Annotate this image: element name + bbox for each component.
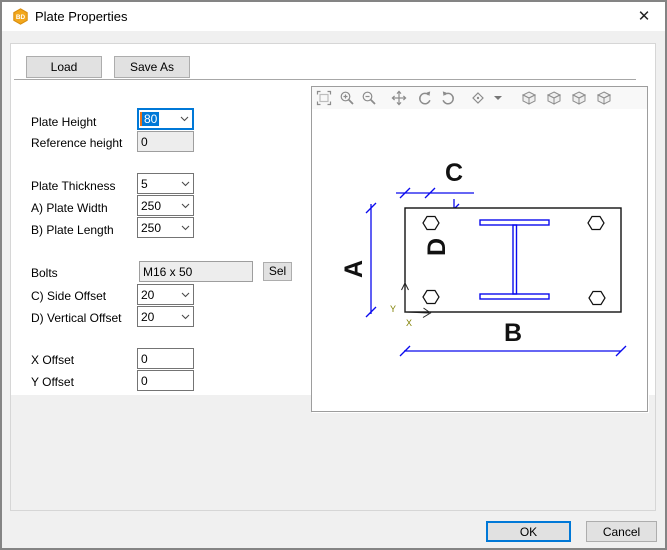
dim-a-label: A bbox=[340, 260, 368, 278]
plate-height-combobox[interactable]: 80 bbox=[137, 108, 194, 130]
plate-length-combobox[interactable]: 250 bbox=[137, 217, 194, 238]
plate-width-combobox[interactable]: 250 bbox=[137, 195, 194, 216]
axis-x-label: X bbox=[406, 318, 412, 328]
reference-height-field[interactable] bbox=[137, 131, 194, 152]
side-offset-value: 20 bbox=[138, 288, 178, 302]
x-offset-label: X Offset bbox=[31, 353, 74, 367]
zoom-in-icon[interactable] bbox=[339, 90, 355, 106]
plate-height-label: Plate Height bbox=[31, 115, 96, 129]
load-button[interactable]: Load bbox=[26, 56, 102, 78]
plate-length-value: 250 bbox=[138, 221, 178, 235]
save-as-button[interactable]: Save As bbox=[114, 56, 190, 78]
view-cube-4-icon[interactable] bbox=[596, 90, 612, 106]
view-cube-3-icon[interactable] bbox=[571, 90, 587, 106]
cancel-button[interactable]: Cancel bbox=[586, 521, 657, 542]
dim-d-label: D bbox=[423, 238, 451, 256]
y-offset-label: Y Offset bbox=[31, 375, 74, 389]
toolbar-dropdown-icon[interactable] bbox=[493, 90, 503, 106]
plate-thickness-combobox[interactable]: 5 bbox=[137, 173, 194, 194]
plate-thickness-label: Plate Thickness bbox=[31, 179, 116, 193]
plate-width-label: A) Plate Width bbox=[31, 201, 108, 215]
view-cube-2-icon[interactable] bbox=[546, 90, 562, 106]
content-panel: Load Save As Plate Height Reference heig… bbox=[10, 43, 656, 511]
pan-icon[interactable] bbox=[391, 90, 407, 106]
plate-thickness-value: 5 bbox=[138, 177, 178, 191]
plate-length-label: B) Plate Length bbox=[31, 223, 114, 237]
vertical-offset-combobox[interactable]: 20 bbox=[137, 306, 194, 327]
chevron-down-icon[interactable] bbox=[178, 225, 193, 231]
close-button[interactable]: ✕ bbox=[631, 5, 657, 29]
x-offset-input[interactable] bbox=[137, 348, 194, 369]
plate-properties-dialog: BD Plate Properties ✕ Load Save As Plate… bbox=[0, 0, 667, 550]
zoom-extents-icon[interactable] bbox=[316, 90, 332, 106]
ok-button[interactable]: OK bbox=[486, 521, 571, 542]
side-offset-label: C) Side Offset bbox=[31, 289, 106, 303]
preview-panel: Y X A B C D bbox=[311, 86, 648, 412]
plate-width-value: 250 bbox=[138, 199, 178, 213]
bolt-select-button[interactable]: Sel bbox=[263, 262, 292, 281]
vertical-offset-value: 20 bbox=[138, 310, 178, 324]
zoom-out-icon[interactable] bbox=[361, 90, 377, 106]
chevron-down-icon[interactable] bbox=[177, 116, 192, 122]
bolts-label: Bolts bbox=[31, 266, 58, 280]
panel-lower-area bbox=[11, 395, 655, 510]
chevron-down-icon[interactable] bbox=[178, 181, 193, 187]
dim-b-label: B bbox=[504, 319, 522, 347]
chevron-down-icon[interactable] bbox=[178, 292, 193, 298]
dim-c-label: C bbox=[445, 159, 463, 187]
plate-height-value: 80 bbox=[142, 112, 159, 126]
vertical-offset-label: D) Vertical Offset bbox=[31, 311, 121, 325]
rotate-cw-icon[interactable] bbox=[441, 90, 457, 106]
plate-drawing-canvas[interactable]: Y X A B C D bbox=[312, 109, 647, 411]
chevron-down-icon[interactable] bbox=[178, 314, 193, 320]
titlebar: BD Plate Properties ✕ bbox=[2, 2, 665, 31]
preview-toolbar bbox=[312, 87, 647, 109]
rotate-ccw-icon[interactable] bbox=[416, 90, 432, 106]
chevron-down-icon[interactable] bbox=[178, 203, 193, 209]
reference-height-label: Reference height bbox=[31, 136, 122, 150]
svg-text:BD: BD bbox=[16, 14, 26, 21]
origin-snap-icon[interactable] bbox=[470, 90, 486, 106]
window-title: Plate Properties bbox=[35, 9, 128, 24]
axis-y-label: Y bbox=[390, 304, 396, 314]
side-offset-combobox[interactable]: 20 bbox=[137, 284, 194, 305]
view-cube-1-icon[interactable] bbox=[521, 90, 537, 106]
y-offset-input[interactable] bbox=[137, 370, 194, 391]
section-separator bbox=[14, 79, 636, 80]
bolts-field[interactable] bbox=[139, 261, 253, 282]
app-hexagon-icon: BD bbox=[12, 8, 29, 25]
